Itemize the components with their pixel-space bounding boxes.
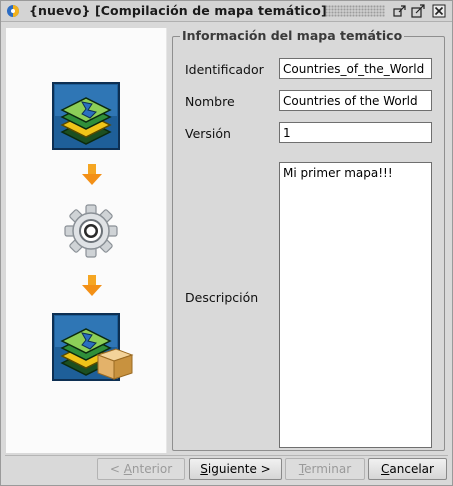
app-logo-icon [7,5,19,17]
workflow-panel [6,28,167,453]
window-title: {nuevo} [Compilación de mapa temático] [29,3,327,18]
maximize-icon[interactable] [411,4,425,18]
terminar-button[interactable]: Terminar [285,458,365,480]
descripcion-label: Descripción [185,290,259,305]
version-input[interactable] [279,122,432,143]
identificador-input[interactable] [279,58,432,79]
terminar-rest: erminar [304,462,352,476]
form-panel: Información del mapa temático Identifica… [168,28,451,453]
close-icon[interactable] [432,4,446,18]
restore-icon[interactable] [393,4,407,18]
cancelar-rest: ancelar [389,462,434,476]
anterior-prefix: < [109,462,124,476]
cancelar-button[interactable]: Cancelar [368,458,447,480]
anterior-mnemonic: A [123,462,132,476]
descripcion-textarea[interactable]: Mi primer mapa!!! [279,162,432,448]
anterior-rest: nterior [131,462,173,476]
arrow-down-icon [82,164,102,185]
wizard-window: {nuevo} [Compilación de mapa temático] I… [0,0,453,486]
identificador-label: Identificador [185,62,264,77]
title-bar[interactable]: {nuevo} [Compilación de mapa temático] [1,1,452,22]
nombre-label: Nombre [185,94,235,109]
button-separator [5,455,448,456]
map-info-fieldset: Información del mapa temático Identifica… [172,28,445,451]
gear-icon [64,204,118,258]
version-label: Versión [185,126,231,141]
anterior-button[interactable]: < Anterior [97,458,185,480]
nombre-input[interactable] [279,90,432,111]
siguiente-rest: iguiente > [207,462,271,476]
arrow-down-icon [82,275,102,296]
map-package-icon [52,313,134,381]
layers-map-icon [52,82,120,150]
title-grip [325,5,385,17]
fieldset-legend: Información del mapa temático [180,28,405,43]
siguiente-button[interactable]: Siguiente > [189,458,282,480]
siguiente-mnemonic: S [200,462,208,476]
